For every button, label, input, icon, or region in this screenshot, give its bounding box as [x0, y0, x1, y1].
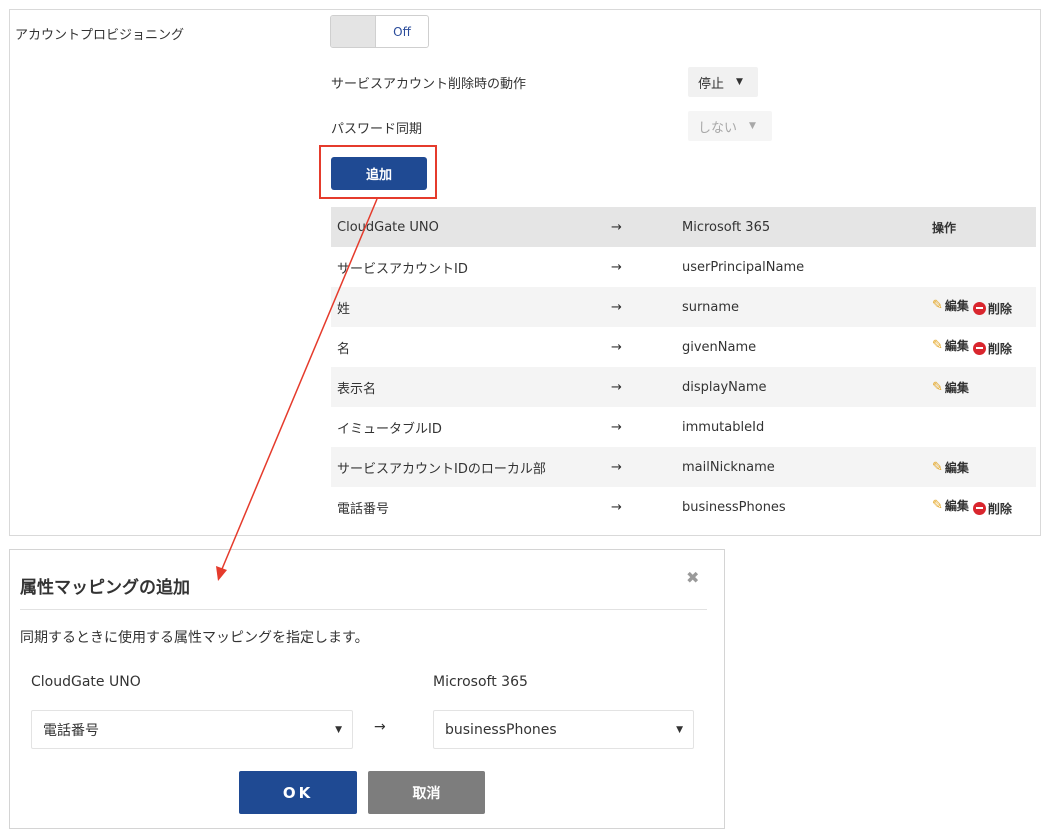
table-row: 姓 → surname ✎ 編集 削除 — [331, 287, 1036, 327]
source-column-label: CloudGate UNO — [31, 674, 141, 690]
header-target: Microsoft 365 — [682, 207, 932, 247]
attribute-mapping-table: CloudGate UNO → Microsoft 365 操作 サービスアカウ… — [331, 207, 1036, 527]
row-ops: ✎ 編集 削除 — [932, 287, 1036, 327]
row-ops — [932, 247, 1036, 287]
edit-label: 編集 — [944, 380, 969, 395]
row-target: surname — [682, 287, 932, 327]
table-row: イミュータブルID → immutableId — [331, 407, 1036, 447]
pencil-icon: ✎ — [932, 459, 943, 475]
add-button-highlight — [319, 145, 437, 199]
delete-action-label: サービスアカウント削除時の動作 — [331, 77, 527, 92]
dialog-title: 属性マッピングの追加 — [20, 578, 190, 598]
row-source: 姓 — [331, 287, 611, 327]
edit-label: 編集 — [944, 339, 969, 354]
table-header-row: CloudGate UNO → Microsoft 365 操作 — [331, 207, 1036, 247]
minus-circle-icon — [972, 301, 986, 315]
ok-button[interactable]: OK — [239, 771, 357, 814]
minus-circle-icon — [972, 501, 986, 515]
delete-label: 削除 — [987, 341, 1012, 356]
row-target: immutableId — [682, 407, 932, 447]
source-attribute-value: 電話番号 — [43, 722, 99, 739]
edit-button[interactable]: ✎ 編集 — [932, 379, 969, 396]
row-source: イミュータブルID — [331, 407, 611, 447]
pencil-icon: ✎ — [932, 338, 943, 354]
header-arrow: → — [611, 207, 682, 247]
password-sync-select: しない ▼ — [688, 111, 772, 141]
provisioning-toggle[interactable]: Off — [330, 15, 429, 48]
provisioning-label: アカウントプロビジョニング — [15, 28, 185, 43]
chevron-down-icon: ▼ — [335, 724, 342, 735]
row-source: 名 — [331, 327, 611, 367]
toggle-knob — [331, 16, 376, 47]
table-row: 名 → givenName ✎ 編集 削除 — [331, 327, 1036, 367]
minus-circle-icon — [972, 341, 986, 355]
row-target: displayName — [682, 367, 932, 407]
edit-label: 編集 — [944, 499, 969, 514]
delete-label: 削除 — [987, 501, 1012, 516]
header-ops: 操作 — [932, 207, 1036, 247]
chevron-down-icon: ▼ — [749, 121, 756, 131]
edit-button[interactable]: ✎ 編集 — [932, 459, 969, 476]
target-attribute-select[interactable]: businessPhones ▼ — [433, 710, 694, 749]
row-ops: ✎ 編集 削除 — [932, 487, 1036, 527]
row-arrow: → — [611, 487, 682, 527]
table-row: 表示名 → displayName ✎ 編集 — [331, 367, 1036, 407]
row-arrow: → — [611, 247, 682, 287]
delete-button[interactable]: 削除 — [972, 300, 1012, 317]
source-attribute-select[interactable]: 電話番号 ▼ — [31, 710, 353, 749]
target-attribute-value: businessPhones — [445, 721, 557, 738]
row-source: サービスアカウントIDのローカル部 — [331, 447, 611, 487]
row-source: サービスアカウントID — [331, 247, 611, 287]
edit-label: 編集 — [944, 299, 969, 314]
edit-label: 編集 — [944, 460, 969, 475]
delete-action-select[interactable]: 停止 ▼ — [688, 67, 758, 97]
row-ops — [932, 407, 1036, 447]
row-arrow: → — [611, 447, 682, 487]
pencil-icon: ✎ — [932, 498, 943, 514]
toggle-state: Off — [393, 24, 411, 39]
chevron-down-icon: ▼ — [736, 77, 743, 87]
delete-button[interactable]: 削除 — [972, 340, 1012, 357]
cancel-button[interactable]: 取消 — [368, 771, 485, 814]
delete-label: 削除 — [987, 301, 1012, 316]
pencil-icon: ✎ — [932, 379, 943, 395]
row-arrow: → — [611, 327, 682, 367]
password-sync-label: パスワード同期 — [331, 122, 423, 137]
row-arrow: → — [611, 407, 682, 447]
chevron-down-icon: ▼ — [676, 724, 683, 735]
table-row: 電話番号 → businessPhones ✎ 編集 削除 — [331, 487, 1036, 527]
add-mapping-dialog: 属性マッピングの追加 ✖ 同期するときに使用する属性マッピングを指定します。 C… — [9, 549, 725, 829]
row-ops: ✎ 編集 削除 — [932, 327, 1036, 367]
edit-button[interactable]: ✎ 編集 — [932, 337, 969, 354]
row-arrow: → — [611, 367, 682, 407]
row-ops: ✎ 編集 — [932, 367, 1036, 407]
dialog-description: 同期するときに使用する属性マッピングを指定します。 — [20, 630, 369, 646]
delete-button[interactable]: 削除 — [972, 500, 1012, 517]
dialog-divider — [20, 609, 707, 610]
delete-action-value: 停止 — [698, 76, 725, 92]
edit-button[interactable]: ✎ 編集 — [932, 497, 969, 514]
row-arrow: → — [611, 287, 682, 327]
target-column-label: Microsoft 365 — [433, 674, 528, 690]
row-target: givenName — [682, 327, 932, 367]
password-sync-value: しない — [698, 120, 738, 136]
row-target: businessPhones — [682, 487, 932, 527]
table-row: サービスアカウントIDのローカル部 → mailNickname ✎ 編集 — [331, 447, 1036, 487]
row-source: 電話番号 — [331, 487, 611, 527]
pencil-icon: ✎ — [932, 298, 943, 314]
header-source: CloudGate UNO — [331, 207, 611, 247]
edit-button[interactable]: ✎ 編集 — [932, 297, 969, 314]
row-target: mailNickname — [682, 447, 932, 487]
row-source: 表示名 — [331, 367, 611, 407]
row-ops: ✎ 編集 — [932, 447, 1036, 487]
table-row: サービスアカウントID → userPrincipalName — [331, 247, 1036, 287]
row-target: userPrincipalName — [682, 247, 932, 287]
close-icon[interactable]: ✖ — [686, 568, 699, 587]
mapping-arrow: → — [374, 719, 386, 735]
